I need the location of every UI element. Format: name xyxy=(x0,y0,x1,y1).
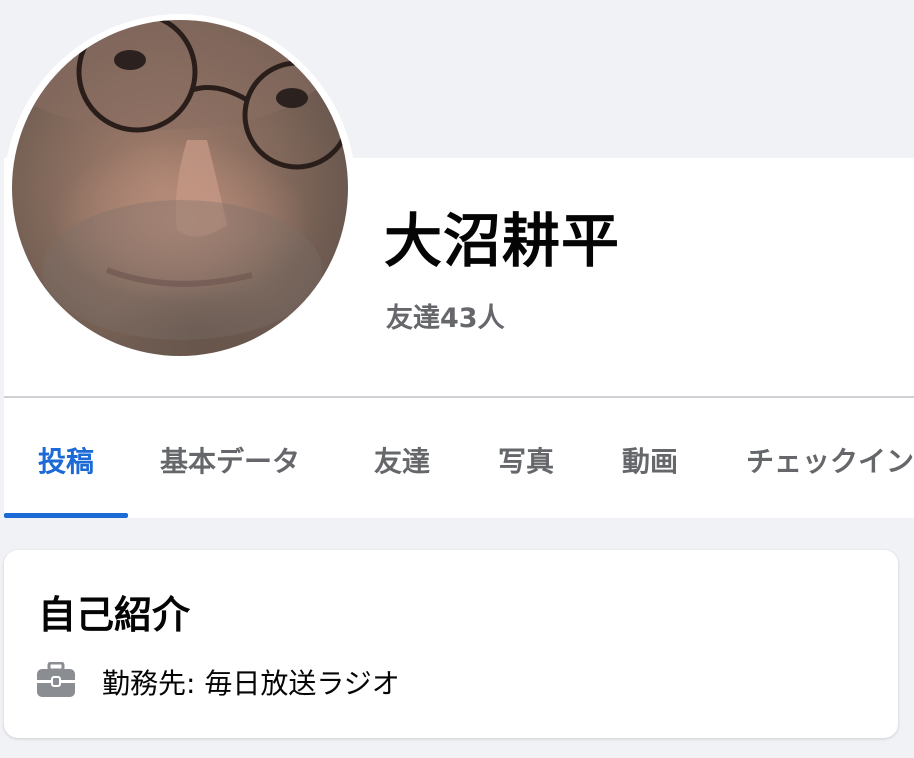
tab-friends[interactable]: 友達 xyxy=(374,440,430,480)
briefcase-icon xyxy=(37,662,75,697)
intro-title: 自己紹介 xyxy=(38,593,191,637)
intro-card: 自己紹介 勤務先: 毎日放送ラジオ xyxy=(4,550,898,738)
tab-posts[interactable]: 投稿 xyxy=(38,440,94,480)
active-tab-indicator xyxy=(4,513,128,518)
profile-name: 大沼耕平 xyxy=(384,207,621,275)
tab-photos[interactable]: 写真 xyxy=(498,440,554,480)
avatar[interactable] xyxy=(12,20,348,356)
friends-count[interactable]: 友達43人 xyxy=(386,296,505,335)
work-info-row: 勤務先: 毎日放送ラジオ xyxy=(36,656,876,700)
avatar-photo xyxy=(12,20,348,340)
tab-videos[interactable]: 動画 xyxy=(622,440,678,480)
work-text: 勤務先: 毎日放送ラジオ xyxy=(102,667,400,700)
tab-checkins[interactable]: チェックイン xyxy=(746,440,914,480)
profile-tabs: 投稿 基本データ 友達 写真 動画 チェックイン xyxy=(4,420,914,518)
header-divider xyxy=(4,396,914,398)
tab-about[interactable]: 基本データ xyxy=(160,440,300,480)
profile-page: 大沼耕平 友達43人 投稿 基本データ 友達 写真 動画 チェックイン 自己紹介… xyxy=(0,0,914,758)
